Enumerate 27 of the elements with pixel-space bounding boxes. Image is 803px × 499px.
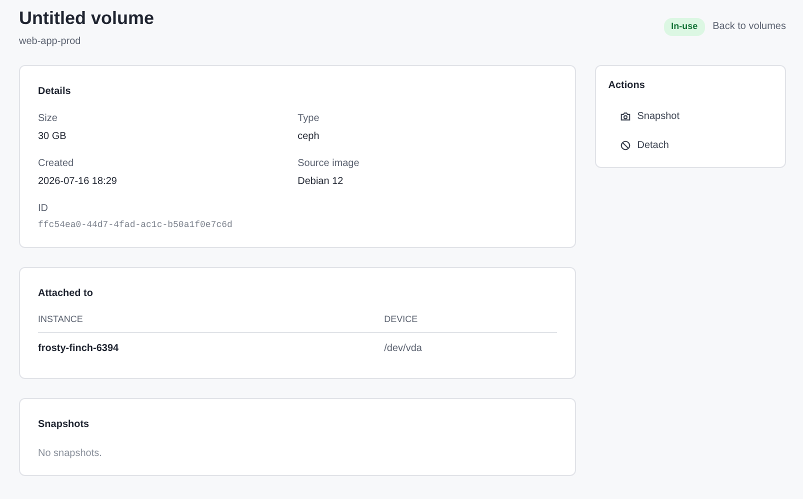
field-label: Type bbox=[298, 112, 320, 126]
field-label: ID bbox=[38, 202, 49, 216]
project-name: web-app-prod bbox=[19, 35, 82, 49]
table-cell-text: frosty-finch-6394 bbox=[38, 342, 120, 356]
card-title: Attached to bbox=[38, 286, 94, 300]
field-value: 2026-07-16 18:29 bbox=[38, 175, 118, 189]
action-button[interactable]: Detach bbox=[608, 138, 669, 153]
back-link[interactable]: Back to volumes bbox=[712, 19, 786, 34]
status-badge: In-use bbox=[664, 18, 705, 36]
column-header: INSTANCE bbox=[38, 312, 384, 333]
camera-icon bbox=[620, 111, 632, 122]
field-value: Debian 12 bbox=[298, 175, 344, 189]
field-value: ffc54ea0-44d7-4fad-ac1c-b50a1f0e7c6d bbox=[38, 219, 234, 232]
page-title: Untitled volume bbox=[19, 7, 154, 30]
empty-message: No snapshots. bbox=[38, 447, 103, 461]
card-title: Actions bbox=[608, 79, 646, 93]
ban-icon bbox=[620, 140, 632, 151]
table-cell-text: /dev/vda bbox=[384, 342, 423, 356]
card-title: Details bbox=[38, 85, 72, 99]
action-button[interactable]: Snapshot bbox=[608, 109, 680, 124]
field-label: Size bbox=[38, 112, 58, 126]
field-label: Created bbox=[38, 157, 75, 171]
card-title: Snapshots bbox=[38, 418, 90, 432]
field-label: Source image bbox=[298, 157, 360, 171]
field-value: ceph bbox=[298, 130, 320, 144]
column-header: DEVICE bbox=[384, 312, 558, 333]
field-value: 30 GB bbox=[38, 130, 68, 144]
